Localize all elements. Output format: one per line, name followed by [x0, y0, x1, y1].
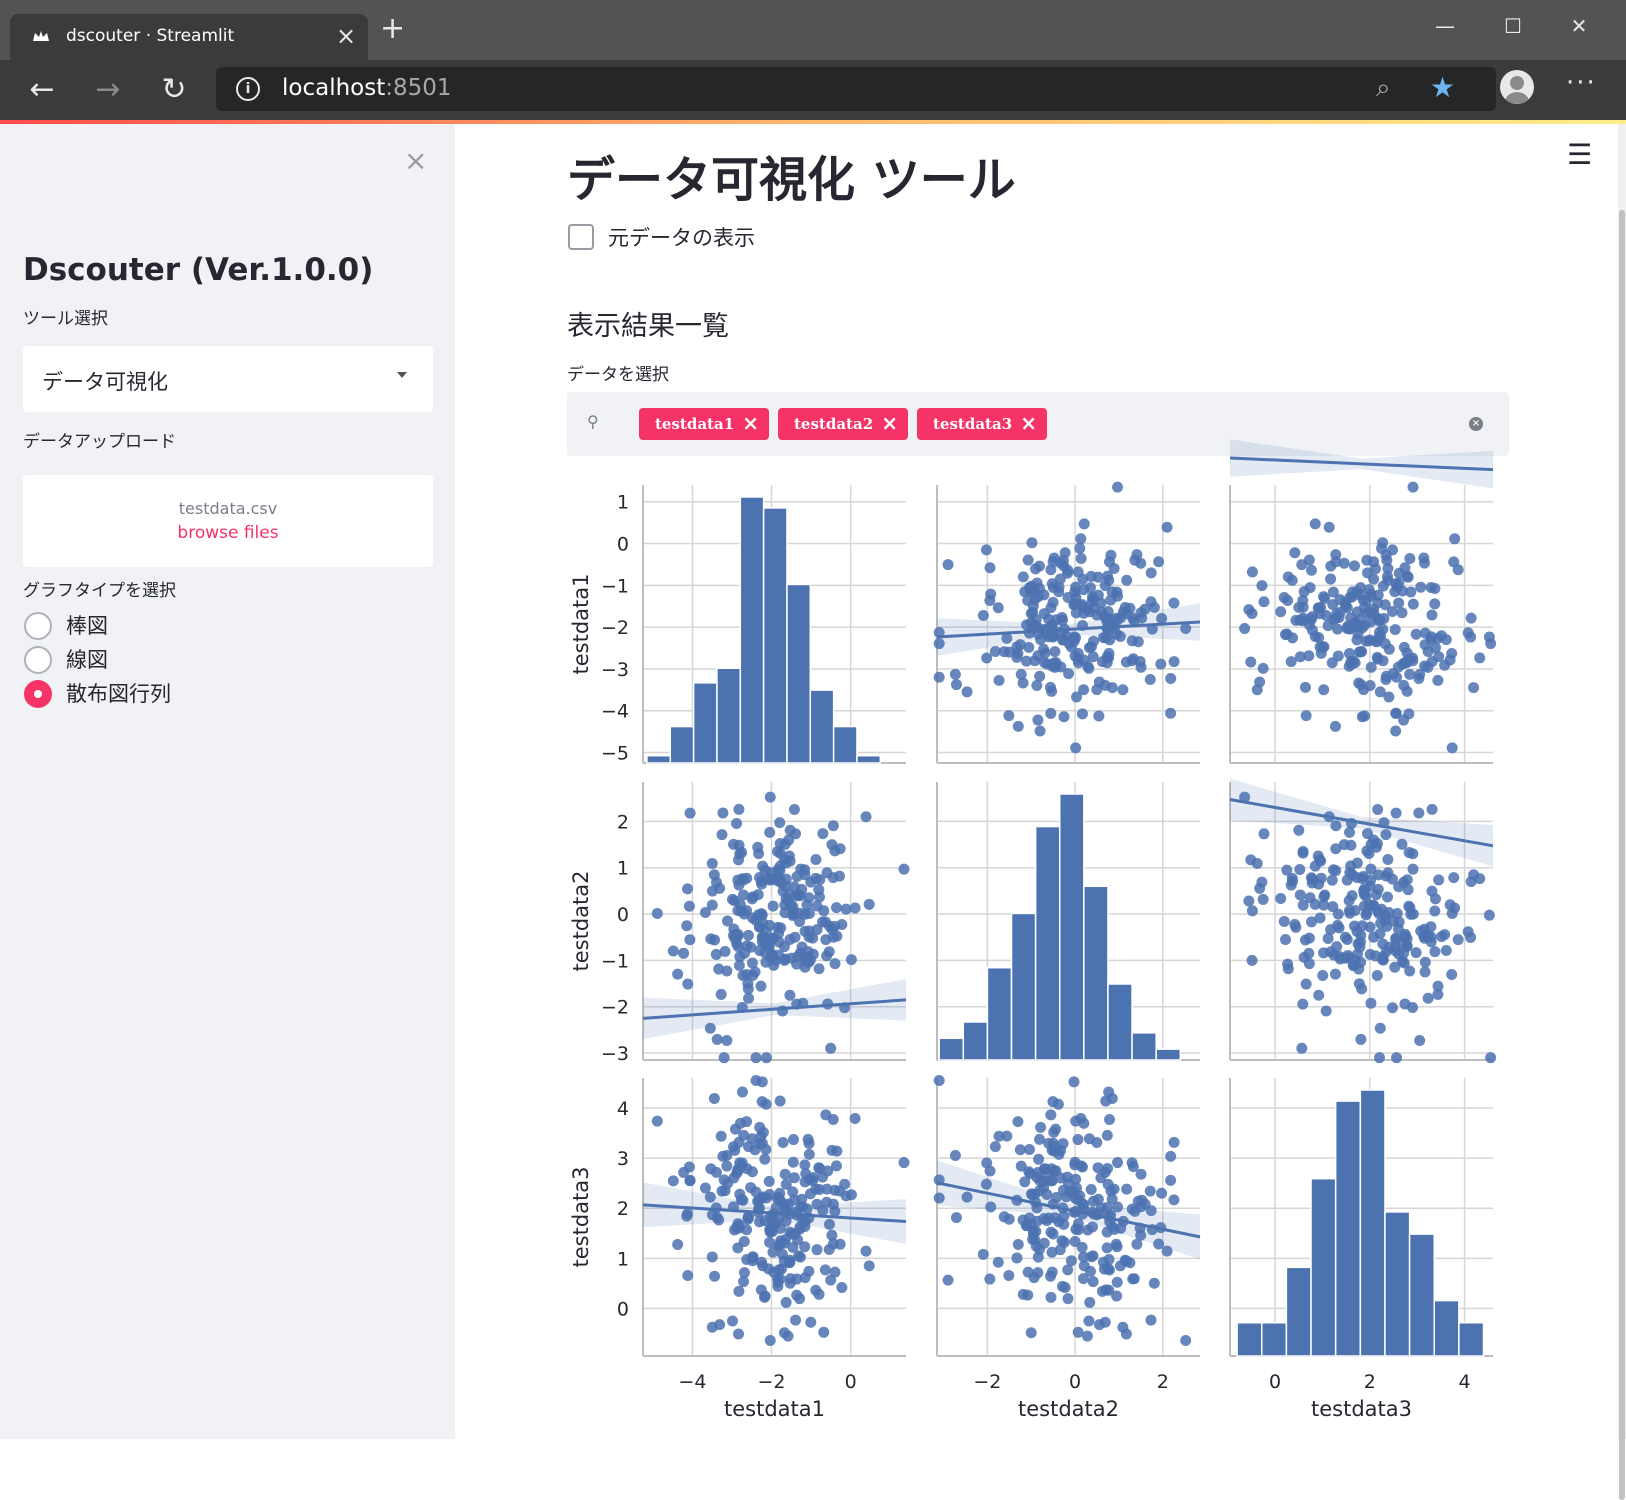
reload-icon[interactable]: ↻	[152, 68, 196, 112]
sidebar-title: Dscouter (Ver.1.0.0)	[23, 252, 374, 288]
minimize-icon[interactable]: —	[1422, 6, 1468, 46]
scrollbar-thumb[interactable]	[1619, 210, 1625, 1500]
close-icon[interactable]: ×	[881, 411, 898, 435]
radio-circle-selected[interactable]	[24, 680, 52, 708]
sidebar: × Dscouter (Ver.1.0.0) ツール選択 データ可視化 データア…	[0, 124, 455, 1439]
forward-icon[interactable]: →	[86, 68, 130, 112]
show-raw-checkbox[interactable]	[568, 224, 594, 250]
search-icon: ⚲	[587, 412, 599, 431]
radio-circle[interactable]	[24, 612, 52, 640]
url-port: :8501	[385, 75, 452, 101]
section-title: 表示結果一覧	[567, 311, 729, 342]
page-title: データ可視化 ツール	[567, 152, 1016, 208]
close-icon[interactable]: ×	[404, 144, 427, 177]
upload-label: データアップロード	[23, 432, 176, 452]
show-raw-label: 元データの表示	[608, 226, 755, 250]
window-close-icon[interactable]: ✕	[1556, 6, 1602, 46]
uploaded-filename: testdata.csv	[178, 499, 278, 518]
clear-icon[interactable]: ×	[1469, 417, 1483, 431]
more-icon[interactable]: ···	[1566, 68, 1597, 98]
url-host: localhost	[282, 75, 386, 101]
chip-testdata1[interactable]: testdata1 ×	[639, 408, 769, 440]
data-multiselect[interactable]: ⚲ testdata1 × testdata2 × testdata3 × ×	[567, 392, 1509, 456]
hamburger-icon[interactable]: ☰	[1567, 138, 1592, 171]
file-uploader[interactable]: testdata.csv browse files	[23, 475, 433, 567]
close-icon[interactable]: ×	[742, 411, 759, 435]
chip-label: testdata2	[794, 415, 874, 433]
tab-title: dscouter · Streamlit	[66, 26, 235, 46]
caret-down-icon	[397, 372, 407, 378]
radio-label: 棒図	[66, 614, 108, 638]
url-field[interactable]: i localhost:8501 ⌕ ★	[216, 67, 1496, 111]
radio-circle[interactable]	[24, 646, 52, 674]
back-icon[interactable]: ←	[20, 68, 64, 112]
address-bar-row: ← → ↻ i localhost:8501 ⌕ ★ ···	[0, 60, 1626, 120]
chip-label: testdata1	[655, 415, 735, 433]
close-icon[interactable]: ×	[1020, 411, 1037, 435]
chip-testdata3[interactable]: testdata3 ×	[917, 408, 1047, 440]
info-icon[interactable]: i	[236, 77, 260, 101]
scrollbar[interactable]	[1618, 124, 1626, 1500]
browser-tab[interactable]: dscouter · Streamlit ×	[10, 14, 368, 60]
tab-strip: dscouter · Streamlit × + — ☐ ✕	[0, 0, 1626, 60]
main-content: ☰ データ可視化 ツール 元データの表示 表示結果一覧 データを選択 ⚲ tes…	[455, 124, 1626, 1439]
tool-select-value: データ可視化	[42, 370, 168, 394]
radio-label: 散布図行列	[66, 682, 171, 706]
star-icon[interactable]: ★	[1430, 71, 1455, 104]
zoom-icon[interactable]: ⌕	[1376, 73, 1391, 104]
maximize-icon[interactable]: ☐	[1490, 6, 1536, 46]
close-icon[interactable]: ×	[336, 22, 356, 50]
radio-label: 線図	[66, 648, 108, 672]
graph-type-label: グラフタイプを選択	[23, 581, 176, 601]
streamlit-favicon-icon	[33, 31, 49, 41]
url-text: localhost:8501	[282, 75, 452, 101]
data-select-label: データを選択	[567, 365, 669, 385]
browse-files-link[interactable]: browse files	[23, 523, 433, 543]
chip-label: testdata3	[933, 415, 1013, 433]
tool-select[interactable]: データ可視化	[23, 346, 433, 412]
profile-icon[interactable]	[1500, 70, 1534, 104]
browser-chrome: dscouter · Streamlit × + — ☐ ✕ ← → ↻ i l…	[0, 0, 1626, 120]
tool-select-label: ツール選択	[23, 309, 108, 329]
plus-icon[interactable]: +	[380, 14, 405, 44]
chip-testdata2[interactable]: testdata2 ×	[778, 408, 908, 440]
